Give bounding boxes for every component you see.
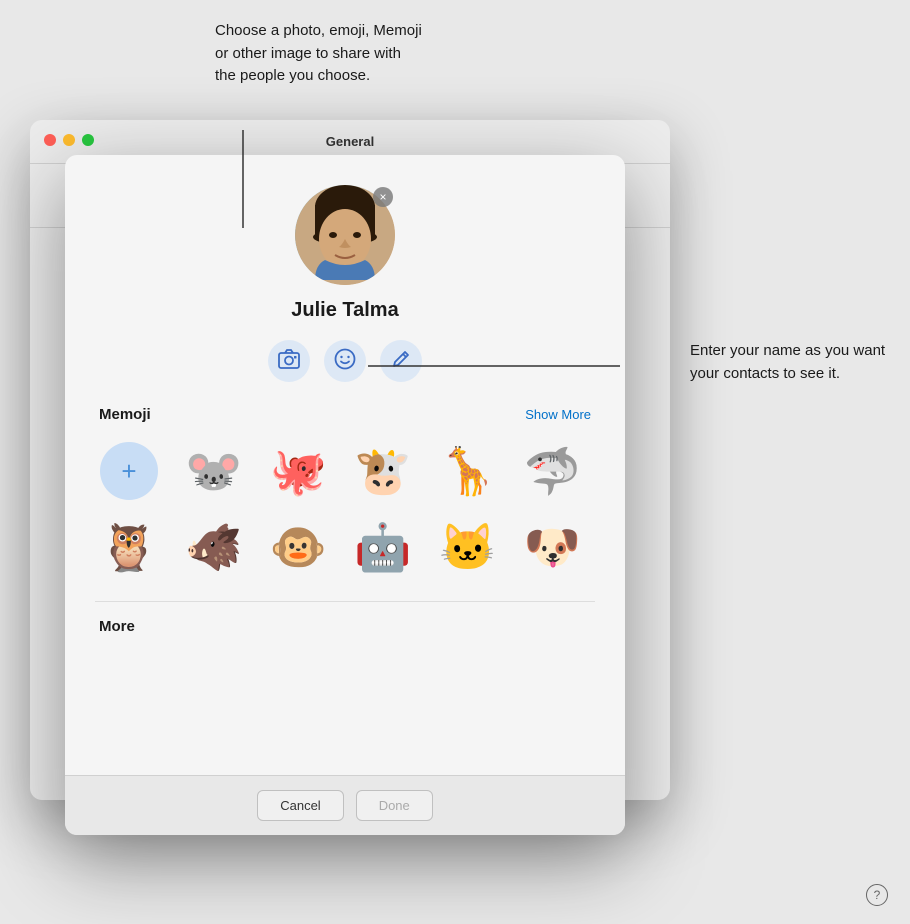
emoji-grid: + 🐭 🐙 🐮 🦒 🦈 🦉 🐗 [95, 437, 595, 581]
traffic-lights [44, 134, 94, 146]
modal-content: × Julie Talma [65, 155, 625, 775]
emoji-cow: 🐮 [354, 448, 411, 494]
photo-icon [278, 349, 300, 374]
memoji-section-header: Memoji Show More [95, 406, 595, 423]
profile-modal: × Julie Talma [65, 155, 625, 835]
plus-icon: + [100, 442, 158, 500]
emoji-action-button[interactable] [324, 340, 366, 382]
section-divider [95, 601, 595, 602]
list-item[interactable]: 🐙 [264, 437, 332, 505]
window-title: General [326, 134, 374, 149]
list-item[interactable]: 🤖 [349, 513, 417, 581]
photo-action-button[interactable] [268, 340, 310, 382]
emoji-dog: 🐶 [524, 524, 581, 570]
emoji-mouse: 🐭 [185, 448, 242, 494]
emoji-owl: 🦉 [100, 524, 157, 570]
profile-section: × Julie Talma [95, 185, 595, 382]
add-memoji-button[interactable]: + [95, 437, 163, 505]
show-more-button[interactable]: Show More [525, 407, 591, 422]
emoji-shark: 🦈 [524, 448, 581, 494]
smiley-icon [334, 348, 356, 375]
top-callout-text: Choose a photo, emoji, Memoji or other i… [215, 22, 422, 84]
help-button[interactable]: ? [866, 884, 888, 906]
list-item[interactable]: 🐮 [349, 437, 417, 505]
emoji-monkey: 🐵 [270, 524, 327, 570]
profile-actions [268, 340, 422, 382]
avatar-container: × [295, 185, 395, 285]
cancel-button[interactable]: Cancel [257, 790, 343, 821]
emoji-robot: 🤖 [354, 524, 411, 570]
emoji-octopus: 🐙 [270, 448, 327, 494]
pencil-icon [391, 349, 411, 374]
emoji-cat: 🐱 [439, 524, 496, 570]
done-button[interactable]: Done [356, 790, 433, 821]
list-item[interactable]: 🐭 [180, 437, 248, 505]
more-section-title: More [95, 618, 595, 635]
right-callout: Enter your name as you want your contact… [690, 340, 890, 385]
list-item[interactable]: 🦈 [518, 437, 586, 505]
list-item[interactable]: 🦒 [434, 437, 502, 505]
right-callout-text: Enter your name as you want your contact… [690, 342, 885, 382]
top-callout: Choose a photo, emoji, Memoji or other i… [215, 20, 425, 88]
close-button[interactable] [44, 134, 56, 146]
list-item[interactable]: 🐱 [434, 513, 502, 581]
modal-footer: Cancel Done [65, 775, 625, 835]
memoji-title: Memoji [99, 406, 151, 423]
maximize-button[interactable] [82, 134, 94, 146]
profile-name: Julie Talma [291, 299, 398, 322]
list-item[interactable]: 🦉 [95, 513, 163, 581]
list-item[interactable]: 🐶 [518, 513, 586, 581]
list-item[interactable]: 🐵 [264, 513, 332, 581]
edit-action-button[interactable] [380, 340, 422, 382]
avatar-close-button[interactable]: × [373, 187, 393, 207]
minimize-button[interactable] [63, 134, 75, 146]
emoji-boar: 🐗 [185, 524, 242, 570]
emoji-giraffe: 🦒 [439, 448, 496, 494]
list-item[interactable]: 🐗 [180, 513, 248, 581]
